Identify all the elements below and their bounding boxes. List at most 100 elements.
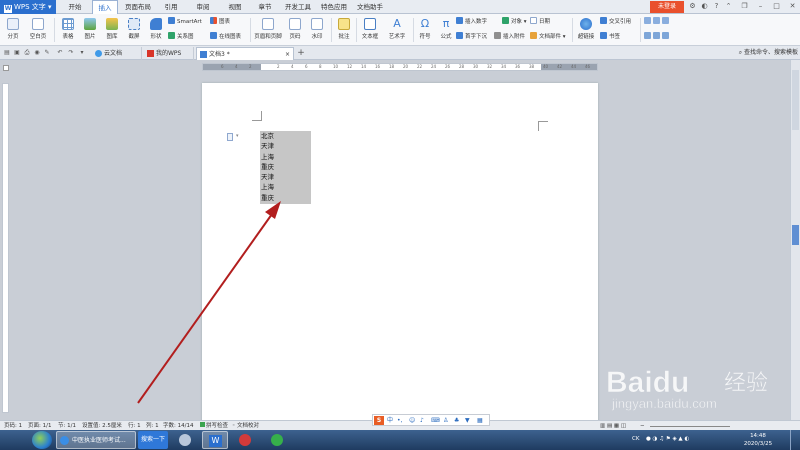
minimize-icon[interactable]: – <box>756 2 765 11</box>
page-break-button[interactable]: 分页 <box>3 18 23 40</box>
zoom-slider[interactable] <box>650 423 730 427</box>
smartart-button[interactable]: SmartArt <box>168 17 202 26</box>
smile-icon[interactable]: ☺ <box>409 416 415 425</box>
taskbar-browser[interactable]: 中医执业医师考试... <box>56 431 136 449</box>
close-icon[interactable]: ✕ <box>788 2 797 11</box>
table-button[interactable]: 表格 <box>58 18 78 40</box>
status-page[interactable]: 页码: 1 <box>4 422 22 430</box>
page-number-button[interactable]: 页码 <box>285 18 305 40</box>
tab-view[interactable]: 视图 <box>222 0 248 14</box>
textbox-button[interactable]: 文本框 <box>358 18 382 40</box>
redo-icon[interactable]: ↷ <box>67 49 75 57</box>
login-button[interactable]: 未登录 <box>650 1 684 13</box>
text-line[interactable]: 上海 <box>260 152 311 162</box>
scrollbar-thumb[interactable] <box>792 225 799 245</box>
relation-graph-button[interactable]: 关系图 <box>168 32 194 41</box>
tab-cloud-docs[interactable]: 云文档 <box>92 47 142 60</box>
status-proof[interactable]: ◦ 文档校对 <box>232 422 259 430</box>
selected-text-block[interactable]: 北京 天津 上海 重庆 天津 上海 重庆 <box>260 131 311 204</box>
app-menu-button[interactable]: W WPS 文字 ▾ <box>0 0 56 14</box>
help-icon[interactable]: ? <box>712 2 721 11</box>
shirt-icon[interactable]: ▼ <box>465 416 470 425</box>
view-mode-icon[interactable]: ▥ ▤ ▦ ◫ <box>600 422 626 430</box>
text-line[interactable]: 重庆 <box>260 193 311 203</box>
chinese-mode-icon[interactable]: 中 <box>387 416 393 425</box>
tab-doc-assistant[interactable]: 文档助手 <box>354 0 386 14</box>
text-line[interactable]: 天津 <box>260 141 311 151</box>
gallery-button[interactable]: 图库 <box>102 18 122 40</box>
tab-home[interactable]: 开始 <box>62 0 88 14</box>
status-spell-check[interactable]: 拼写检查 <box>200 422 228 430</box>
tab-stop-selector[interactable] <box>3 65 9 71</box>
keyboard-icon[interactable]: ⌨ <box>431 416 440 425</box>
tray-date[interactable]: 2020/3/25 <box>738 441 778 448</box>
quick-tools[interactable] <box>644 32 671 41</box>
hyperlink-button[interactable]: 超链接 <box>575 18 597 40</box>
undo-icon[interactable]: ↶ <box>56 49 64 57</box>
command-search[interactable]: ⌕ 查找命令、搜索模板 <box>739 48 798 58</box>
chevron-up-icon[interactable]: ⌃ <box>724 2 733 11</box>
mic-icon[interactable]: ♪ <box>420 416 424 425</box>
tab-references[interactable]: 引用 <box>158 0 184 14</box>
close-icon[interactable]: × <box>285 48 290 61</box>
ime-toolbar[interactable]: S 中 •, ☺ ♪ ⌨ ♙ ♣ ▼ ▦ <box>372 414 490 426</box>
text-line[interactable]: 重庆 <box>260 162 311 172</box>
user-icon[interactable]: ♙ <box>443 416 448 425</box>
drop-cap-button[interactable]: 首字下沉 <box>456 32 487 41</box>
taskbar-wps[interactable]: W <box>202 431 228 449</box>
taskbar-app-feather[interactable] <box>172 431 198 449</box>
tab-section[interactable]: 章节 <box>252 0 278 14</box>
vertical-ruler[interactable] <box>2 83 9 413</box>
save-icon[interactable]: ▣ <box>13 49 21 57</box>
tab-features[interactable]: 特色应用 <box>318 0 350 14</box>
status-pages[interactable]: 页面: 1/1 <box>28 422 51 430</box>
chevron-down-icon[interactable]: ▾ <box>78 49 86 57</box>
tab-page-layout[interactable]: 页面布局 <box>122 0 154 14</box>
cross-reference-button[interactable]: 交叉引用 <box>600 17 631 26</box>
text-line[interactable]: 北京 <box>260 131 311 141</box>
text-line[interactable]: 上海 <box>260 182 311 192</box>
header-footer-button[interactable]: 页眉和页脚 <box>253 18 283 40</box>
skin-icon[interactable]: ♣ <box>454 416 459 425</box>
taskbar-red-app[interactable] <box>232 431 258 449</box>
open-icon[interactable]: ▤ <box>3 49 11 57</box>
doc-parts-button[interactable]: 文档部件 ▾ <box>530 32 566 41</box>
status-word-count[interactable]: 字数: 14/14 <box>163 422 193 430</box>
comment-button[interactable]: 批注 <box>334 18 354 40</box>
taskbar-search-button[interactable]: 搜索一下 <box>138 431 168 449</box>
status-row[interactable]: 行: 1 <box>128 422 141 430</box>
screenshot-button[interactable]: 截屏 <box>124 18 144 40</box>
tab-document3[interactable]: 文档3 * × <box>196 47 294 60</box>
new-tab-icon[interactable]: + <box>297 49 305 58</box>
table-style-gallery[interactable] <box>644 17 671 26</box>
settings-icon[interactable]: ⚙ <box>688 2 697 11</box>
object-button[interactable]: 对象 ▾ <box>502 17 527 26</box>
insert-number-button[interactable]: 插入数字 <box>456 17 487 26</box>
restore-icon[interactable]: ❐ <box>740 2 749 11</box>
format-painter-icon[interactable]: ✎ <box>43 49 51 57</box>
zoom-out-icon[interactable]: − <box>640 422 645 430</box>
tab-review[interactable]: 审阅 <box>190 0 216 14</box>
status-section[interactable]: 节: 1/1 <box>58 422 76 430</box>
attachment-button[interactable]: 插入附件 <box>494 32 525 41</box>
tab-developer[interactable]: 开发工具 <box>282 0 314 14</box>
print-icon[interactable]: ⎙ <box>23 49 31 57</box>
tray-time[interactable]: 14:48 <box>738 433 778 440</box>
tray-icons[interactable]: ● ◑ ♫ ⚑ ◈ ▲ ◐ <box>646 436 689 443</box>
tab-insert[interactable]: 插入 <box>92 0 118 15</box>
start-button[interactable] <box>32 431 52 449</box>
wordart-button[interactable]: A 艺术字 <box>384 18 410 41</box>
tab-my-wps[interactable]: 我的WPS <box>144 47 194 60</box>
status-column[interactable]: 列: 1 <box>146 422 159 430</box>
symbol-button[interactable]: Ω 符号 <box>415 18 435 41</box>
preview-icon[interactable]: ◉ <box>33 49 41 57</box>
bookmark-button[interactable]: 书签 <box>600 32 620 41</box>
vertical-scrollbar[interactable] <box>790 60 800 420</box>
picture-button[interactable]: 图片 <box>80 18 100 40</box>
date-button[interactable]: 日期 <box>530 17 550 26</box>
paragraph-layout-icon[interactable] <box>227 133 233 141</box>
show-desktop-button[interactable] <box>790 430 800 450</box>
document-page[interactable]: ▾ 北京 天津 上海 重庆 天津 上海 重庆 <box>202 83 598 423</box>
formula-button[interactable]: π 公式 <box>436 18 456 41</box>
skin-icon[interactable]: ◐ <box>700 2 709 11</box>
